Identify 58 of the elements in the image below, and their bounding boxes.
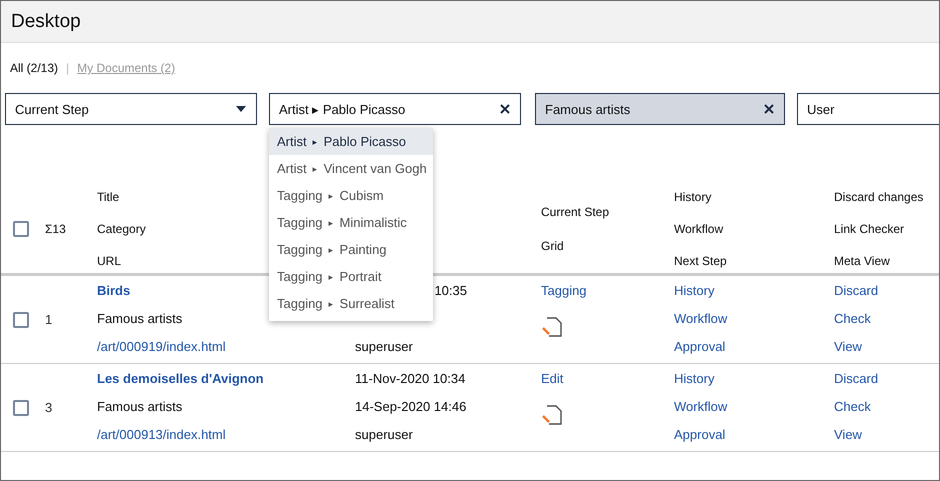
tool-link[interactable]: Discard <box>834 282 878 299</box>
url-link[interactable]: /art/000919/index.html <box>97 338 226 355</box>
menu-item[interactable]: Tagging ▸ Portrait <box>269 263 433 290</box>
menu-item[interactable]: Tagging ▸ Cubism <box>269 182 433 209</box>
tool-link[interactable]: Check <box>834 398 871 415</box>
tool-link[interactable]: Check <box>834 310 871 327</box>
title-link[interactable]: Birds <box>97 282 130 299</box>
row-number: 3 <box>45 400 52 415</box>
checkbox[interactable] <box>13 312 29 328</box>
action-link[interactable]: Workflow <box>674 310 728 327</box>
action-link[interactable]: Approval <box>674 426 726 443</box>
document-edit-icon[interactable] <box>541 405 563 425</box>
row-count: Σ13 <box>45 222 66 236</box>
action-link[interactable]: History <box>674 370 714 387</box>
row-number: 1 <box>45 312 52 327</box>
action-link[interactable]: Workflow <box>674 398 728 415</box>
step-link[interactable]: Edit <box>541 370 564 387</box>
user-text: superuser <box>355 338 413 355</box>
category-text: Famous artists <box>97 310 182 327</box>
column-header[interactable]: Next Step <box>674 254 834 268</box>
menu-item[interactable]: Tagging ▸ Surrealist <box>269 290 433 317</box>
menu-item[interactable]: Tagging ▸ Minimalistic <box>269 209 433 236</box>
filter-chip[interactable]: Famous artists <box>535 93 785 125</box>
tool-link[interactable]: Discard <box>834 370 878 387</box>
action-link[interactable]: History <box>674 282 714 299</box>
menu-item[interactable]: Tagging ▸ Painting <box>269 236 433 263</box>
document-edit-icon[interactable] <box>541 317 563 337</box>
action-link[interactable]: Approval <box>674 338 726 355</box>
date-text: 11-Nov-2020 10:34 <box>355 370 466 387</box>
category-text: Famous artists <box>97 398 182 415</box>
window-title: Desktop <box>11 10 81 32</box>
caret-icon <box>236 106 246 112</box>
column-header[interactable]: Grid <box>541 239 674 253</box>
column-header[interactable]: Link Checker <box>834 222 939 236</box>
separator: | <box>66 61 70 75</box>
tool-link[interactable]: View <box>834 338 862 355</box>
close-icon[interactable] <box>764 104 774 114</box>
column-header[interactable]: Workflow <box>674 222 834 236</box>
user-field[interactable]: User <box>797 93 939 125</box>
column-header[interactable]: Current Step <box>541 205 674 219</box>
column-header[interactable]: History <box>674 190 834 204</box>
user-text: superuser <box>355 426 413 443</box>
step-link[interactable]: Tagging <box>541 282 587 299</box>
date-text: 10:35 <box>434 282 467 299</box>
menu-item[interactable]: Artist ▸ Vincent van Gogh <box>269 155 433 182</box>
checkbox[interactable] <box>13 400 29 416</box>
filter-tab[interactable]: All (2/13) <box>10 61 58 75</box>
checkbox[interactable] <box>13 221 29 237</box>
title-link[interactable]: Les demoiselles d'Avignon <box>97 370 264 387</box>
column-header[interactable]: Meta View <box>834 254 939 268</box>
filter-field[interactable]: Artist ▸ Pablo Picasso <box>269 93 521 125</box>
close-icon[interactable] <box>500 104 510 114</box>
url-link[interactable]: /art/000913/index.html <box>97 426 226 443</box>
date-text: 14-Sep-2020 14:46 <box>355 398 466 415</box>
tool-link[interactable]: View <box>834 426 862 443</box>
menu-item[interactable]: Artist ▸ Pablo Picasso <box>269 128 433 155</box>
step-select[interactable]: Current Step <box>5 93 257 125</box>
column-header[interactable]: Discard changes <box>834 190 939 204</box>
